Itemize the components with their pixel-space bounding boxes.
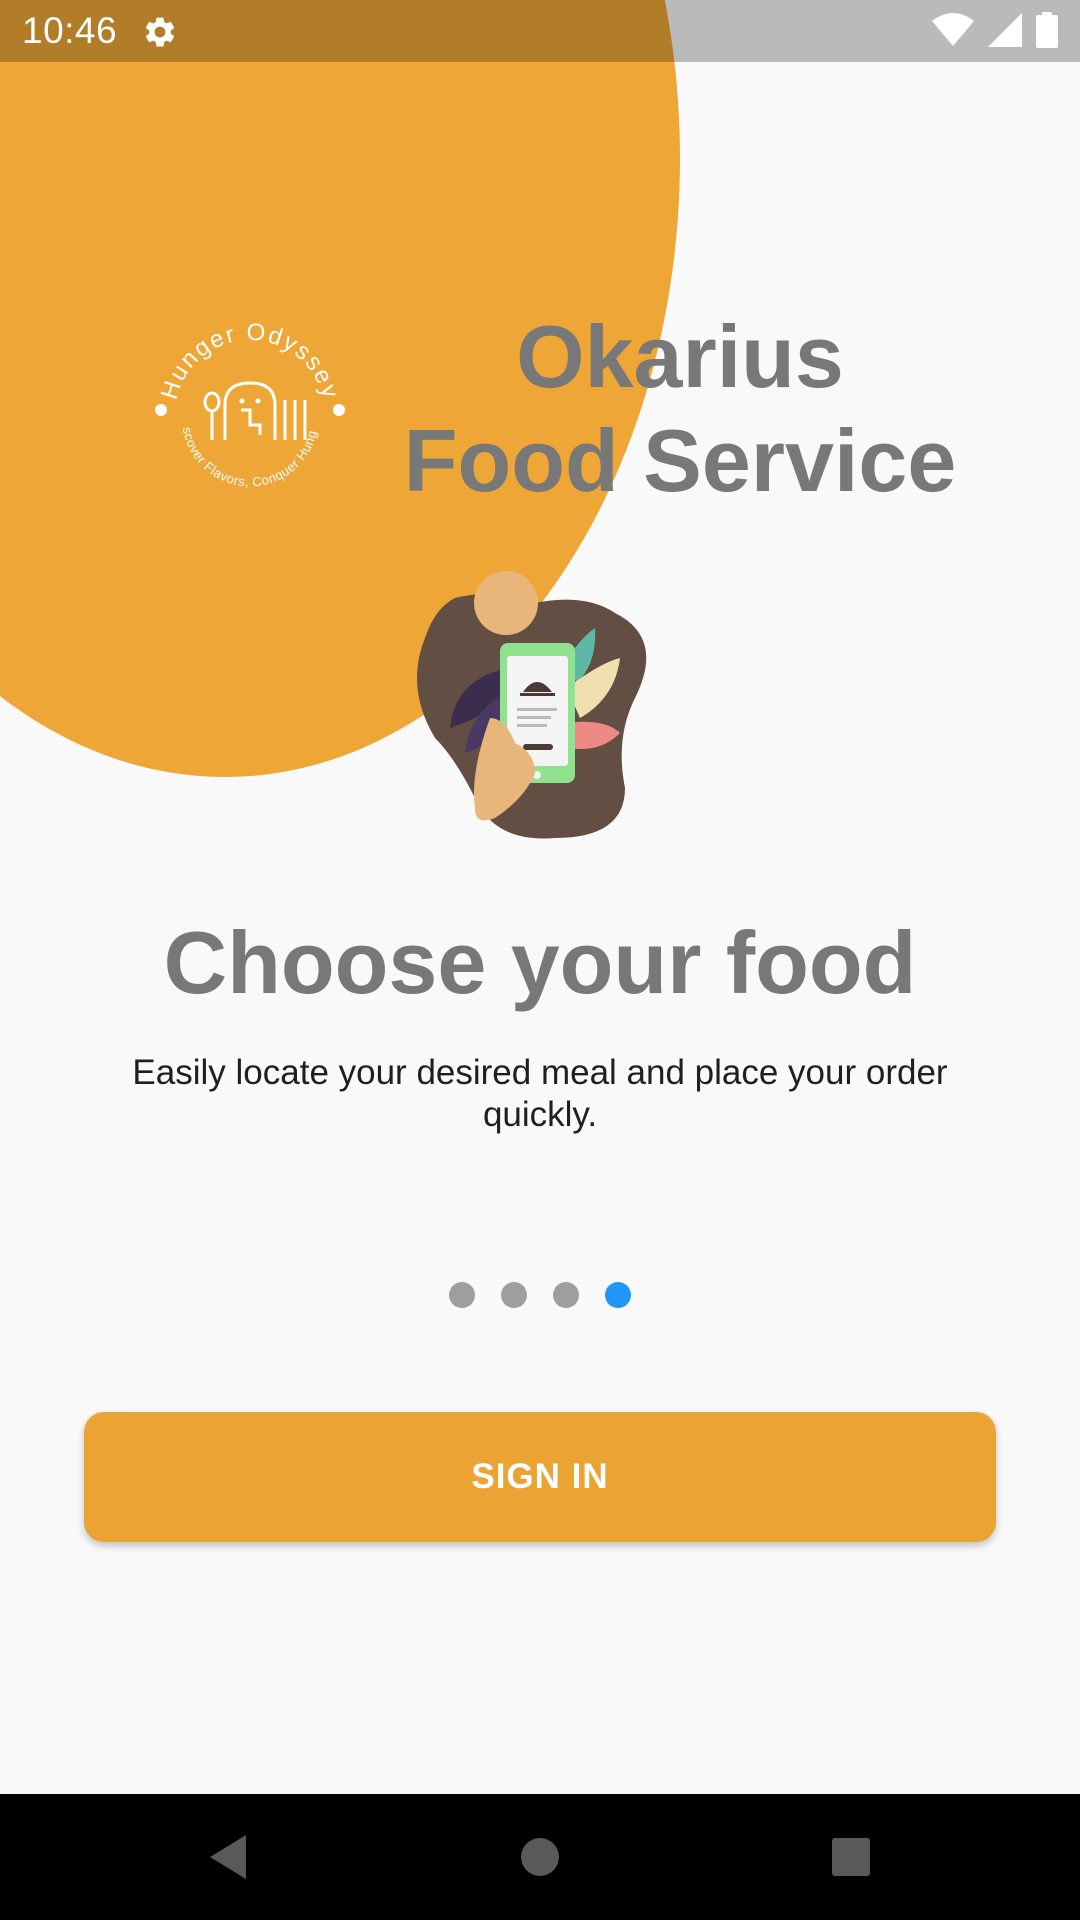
recents-icon[interactable]	[818, 1824, 884, 1890]
home-icon[interactable]	[507, 1824, 573, 1890]
page-indicator	[0, 1282, 1080, 1308]
sign-in-button[interactable]: SIGN IN	[84, 1412, 996, 1542]
battery-icon	[1036, 11, 1058, 53]
onboarding-headline: Choose your food	[163, 913, 917, 1012]
onboarding-screen: 10:46 Hunger Odyssey scover Flavors, Con…	[0, 0, 1080, 1920]
wifi-icon	[932, 12, 974, 52]
back-icon[interactable]	[195, 1824, 261, 1890]
brand-title-line1: Okarius	[516, 307, 844, 406]
status-icons	[932, 11, 1058, 53]
page-dot-3[interactable]	[553, 1282, 579, 1308]
system-navigation-bar	[0, 1794, 1080, 1920]
settings-gear-icon	[142, 14, 178, 50]
status-time: 10:46	[22, 10, 118, 51]
phone-ordering-illustration	[415, 568, 665, 843]
page-dot-1[interactable]	[449, 1282, 475, 1308]
logo-arc-top-text: Hunger Odyssey	[156, 318, 342, 402]
onboarding-subtitle: Easily locate your desired meal and plac…	[132, 1053, 948, 1134]
status-bar: 10:46	[0, 0, 1080, 62]
cell-signal-icon	[988, 12, 1022, 52]
brand-title: Okarius Food Service	[340, 305, 1020, 513]
page-dot-4-active[interactable]	[605, 1282, 631, 1308]
svg-text:Hunger Odyssey: Hunger Odyssey	[156, 318, 344, 402]
brand-title-line2: Food Service	[403, 411, 957, 510]
hunger-odyssey-logo: Hunger Odyssey Discover Flavors, Conquer…	[140, 293, 355, 515]
page-dot-2[interactable]	[501, 1282, 527, 1308]
